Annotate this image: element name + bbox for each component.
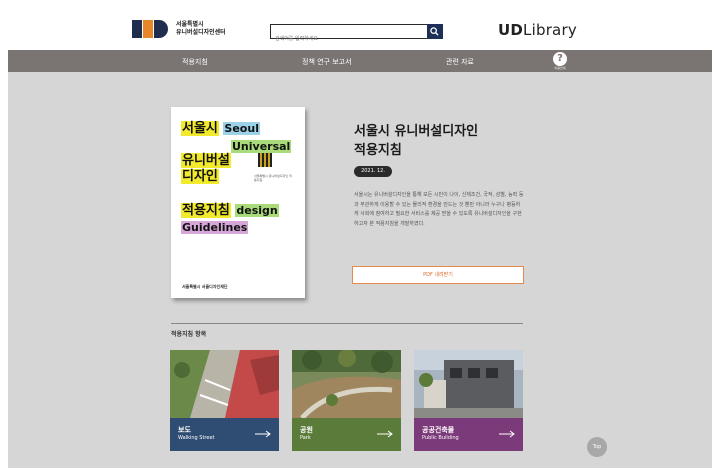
book-line2-en: Universal: [231, 140, 292, 153]
title-line2: 적용지침: [354, 143, 402, 158]
logo-text-line2: 유니버설디자인센터: [176, 29, 226, 36]
logo-block-left: [132, 20, 142, 38]
card-park-bar: 공원 Park: [292, 418, 401, 451]
book-small-text: 서울특별시 유니버설디자인 적용지침: [254, 174, 292, 182]
book-line4: 디자인: [181, 169, 219, 184]
section-divider: [171, 323, 523, 324]
nav-item-policy-reports[interactable]: 정책 연구 보고서: [302, 57, 352, 67]
card-public-building[interactable]: 공공건축물 Public Building: [414, 350, 523, 451]
arrow-right-icon: [255, 430, 271, 438]
card-park-title-en: Park: [300, 435, 311, 441]
search-button[interactable]: [427, 24, 443, 39]
public-building-image: [414, 350, 523, 418]
title-line1: 서울시 유니버설디자인: [354, 124, 479, 139]
udlibrary-rest: Library: [523, 21, 577, 39]
card-public-building-title-en: Public Building: [422, 435, 459, 441]
book-line5-ko: 적용지침: [181, 203, 231, 218]
logo-block-right: [154, 20, 168, 38]
card-walking-street-title-en: Walking Street: [178, 435, 215, 441]
nav-item-guidelines[interactable]: 적용지침: [182, 57, 208, 67]
udlibrary-bold: UD: [498, 21, 524, 39]
udlibrary-logo[interactable]: UDLibrary: [498, 21, 577, 39]
guideline-book-cover[interactable]: 서울시 Seoul Universal 유니버설 디자인 적용지침 design…: [171, 107, 305, 298]
park-image: [292, 350, 401, 418]
book-line1-ko: 서울시: [181, 121, 219, 136]
qr-code-icon: [258, 153, 272, 167]
card-walking-street[interactable]: 보도 Walking Street: [170, 350, 279, 451]
scroll-top-button[interactable]: Top: [587, 437, 607, 457]
logo-block-middle: [143, 20, 153, 38]
book-line3-ko: 유니버설: [181, 153, 231, 168]
arrow-right-icon: [377, 430, 393, 438]
card-public-building-title-ko: 공공건축물: [422, 426, 455, 434]
arrow-right-icon: [499, 430, 515, 438]
site-header: 서울특별시 유니버설디자인센터 UDLibrary: [0, 0, 720, 50]
pdf-download-button[interactable]: PDF 내려받기: [352, 266, 524, 284]
walking-street-image: [170, 350, 279, 418]
book-line4-ko: 디자인: [181, 169, 219, 184]
help-icon[interactable]: ?: [553, 52, 567, 66]
description-text: 서울시는 유니버설디자인을 통해 모든 시민이 나이, 신체조건, 국적, 성별…: [354, 192, 524, 227]
card-walking-street-bar: 보도 Walking Street: [170, 418, 279, 451]
card-park[interactable]: 공원 Park: [292, 350, 401, 451]
logo-text[interactable]: 서울특별시 유니버설디자인센터: [176, 21, 226, 37]
card-walking-street-title-ko: 보도: [178, 426, 191, 434]
main-nav: 적용지침 정책 연구 보고서 관련 자료 ? 이용안내: [8, 50, 712, 72]
book-line1: 서울시 Seoul: [181, 121, 260, 136]
book-line6-en: Guidelines: [181, 221, 249, 234]
section-title: 적용지침 항목: [171, 331, 207, 338]
card-park-title-ko: 공원: [300, 426, 313, 434]
logo-text-line1: 서울특별시: [176, 21, 204, 28]
udc-logo[interactable]: [132, 18, 170, 40]
search-icon: [430, 27, 439, 36]
book-line2: Universal: [231, 139, 292, 154]
book-line5-en: design: [235, 204, 279, 217]
book-line5: 적용지침 design: [181, 203, 279, 218]
book-line3: 유니버설: [181, 153, 231, 168]
book-line1-en: Seoul: [223, 122, 260, 135]
page-title: 서울시 유니버설디자인 적용지침: [354, 122, 554, 160]
date-badge: 2021. 12.: [354, 166, 392, 177]
nav-item-related-materials[interactable]: 관련 자료: [446, 57, 474, 67]
book-footer: 서울특별시 서울디자인재단: [182, 284, 228, 289]
book-line6: Guidelines: [181, 220, 249, 235]
help-label: 이용안내: [554, 66, 566, 70]
search-input[interactable]: [271, 32, 427, 46]
card-public-building-bar: 공공건축물 Public Building: [414, 418, 523, 451]
search-box: [270, 24, 443, 46]
